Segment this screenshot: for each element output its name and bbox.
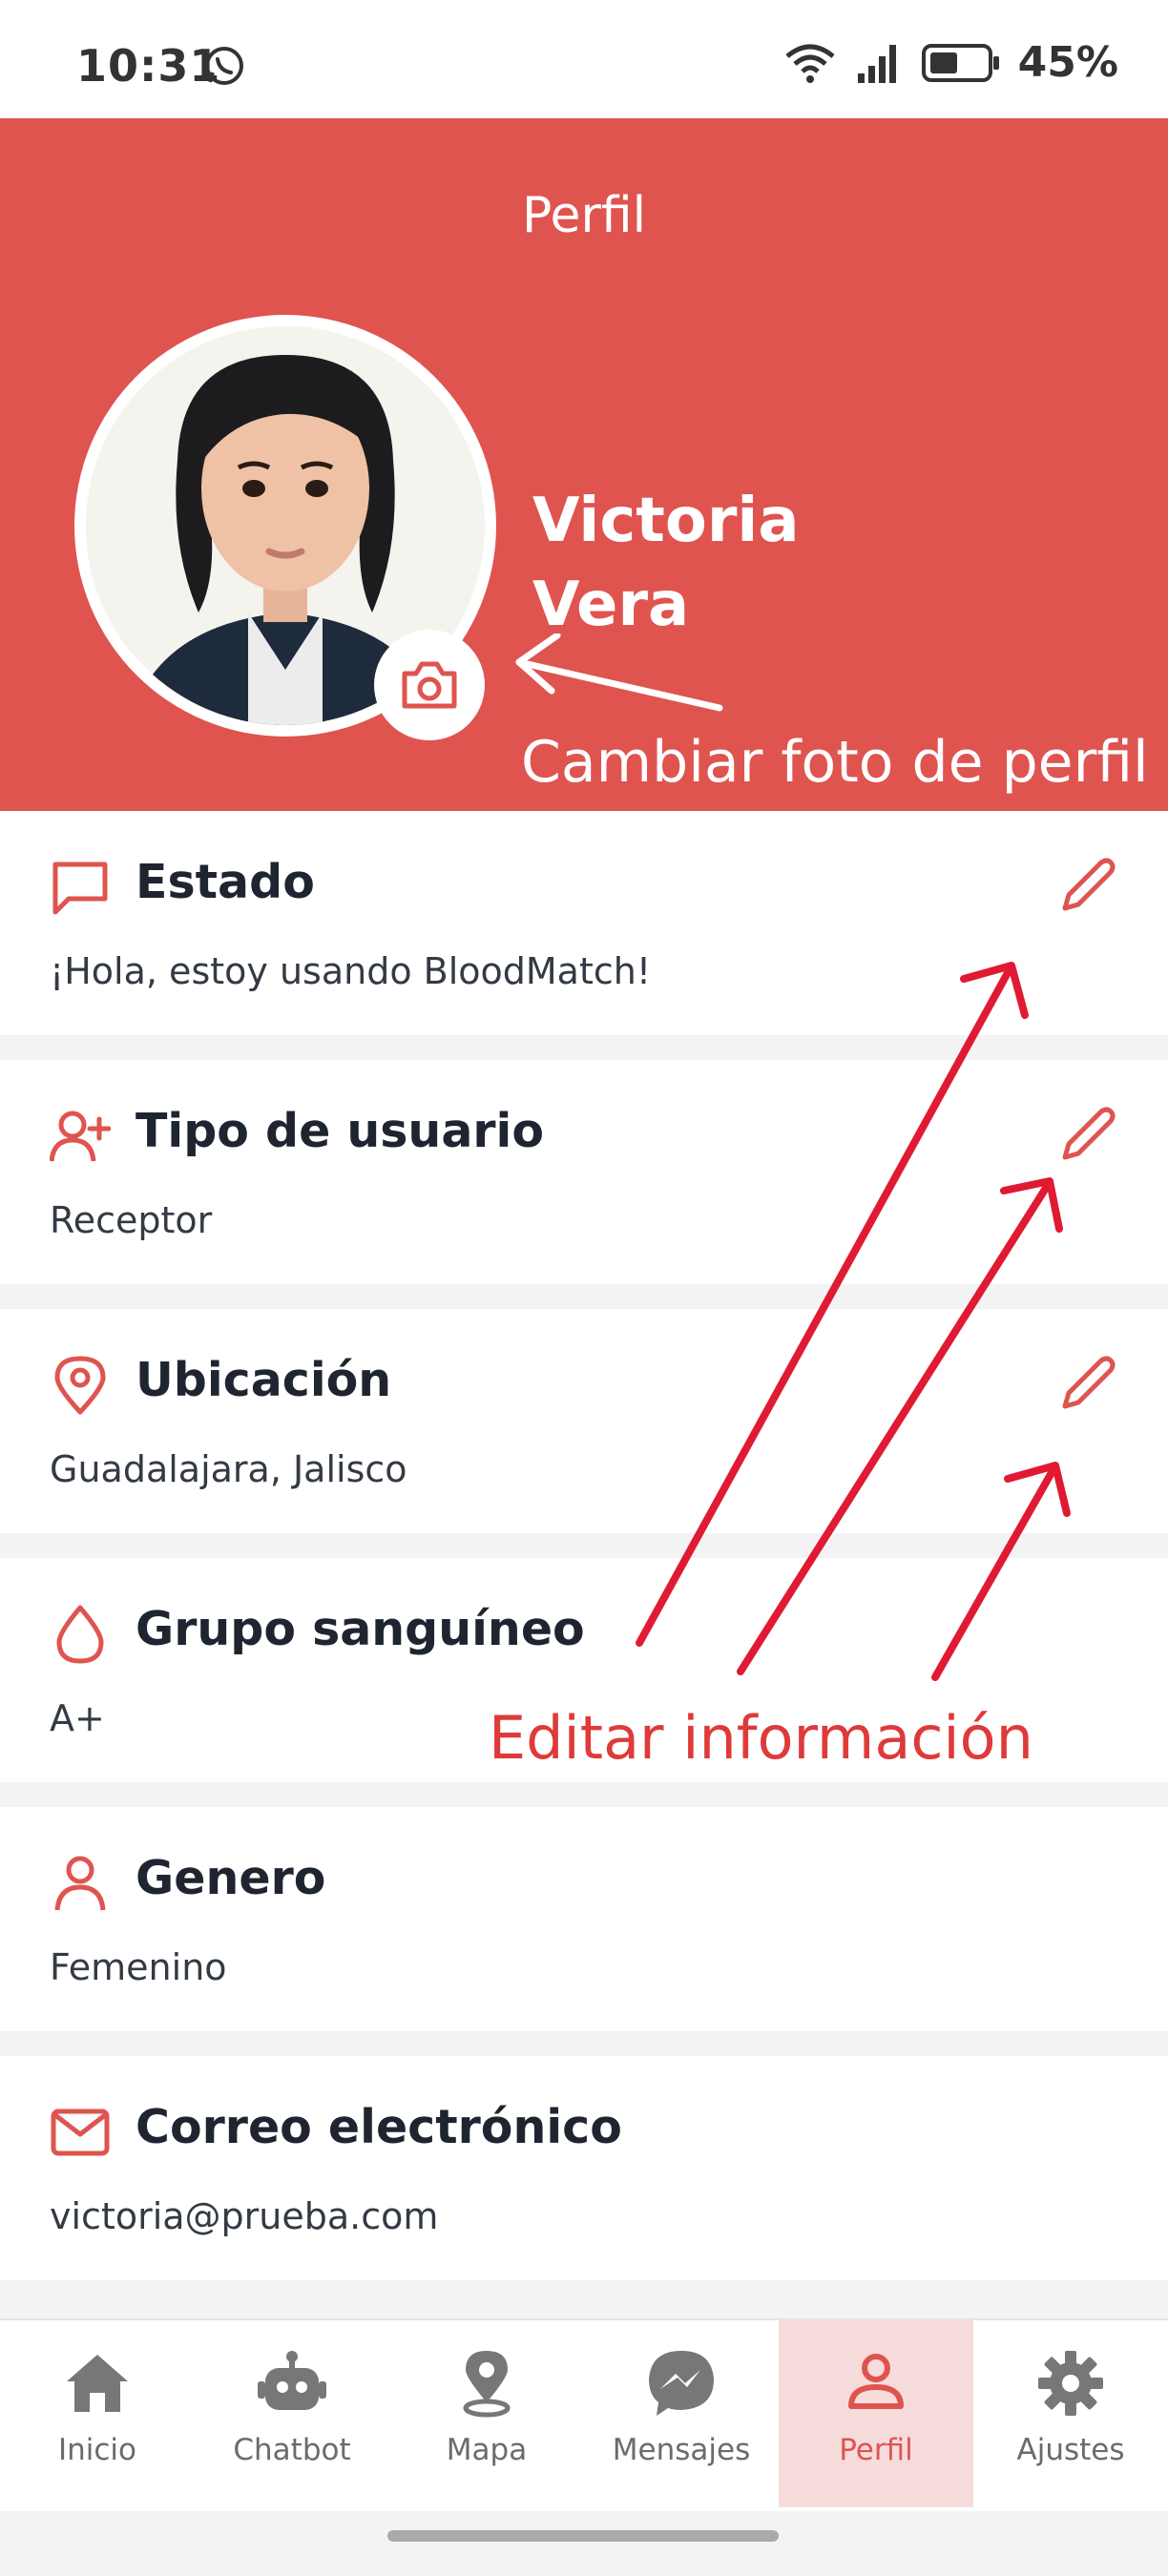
messenger-icon (649, 2351, 714, 2416)
page-title: Perfil (521, 187, 647, 244)
nav-perfil[interactable]: Perfil (779, 2320, 973, 2507)
section-estado: Estado ¡Hola, estoy usando BloodMatch! (0, 811, 1168, 1035)
profile-header: Perfil Victoria Vera Cambiar foto de per… (0, 118, 1168, 811)
user-plus-icon (50, 1111, 111, 1162)
nav-ajustes[interactable]: Ajustes (973, 2320, 1168, 2507)
section-ubicacion: Ubicación Guadalajara, Jalisco (0, 1309, 1168, 1533)
nav-label: Inicio (57, 2433, 137, 2467)
battery-percent: 45% (1017, 38, 1118, 87)
signal-icon (857, 44, 896, 83)
battery-icon (921, 43, 999, 82)
section-title: Grupo sanguíneo (136, 1602, 585, 1656)
nav-label: Perfil (839, 2433, 913, 2467)
user-first-name: Victoria (532, 486, 800, 556)
edit-tipo-usuario-button[interactable] (1057, 1104, 1118, 1165)
nav-chatbot[interactable]: Chatbot (195, 2320, 389, 2507)
nav-label: Chatbot (233, 2433, 351, 2467)
whatsapp-icon (205, 47, 243, 85)
annotation-edit-info: Editar información (489, 1703, 1033, 1773)
section-title: Tipo de usuario (136, 1104, 545, 1158)
droplet-icon (56, 1605, 104, 1664)
nav-inicio[interactable]: Inicio (0, 2320, 195, 2507)
user-name: Victoria Vera (532, 479, 800, 647)
section-title: Estado (136, 855, 315, 909)
camera-icon (402, 661, 457, 709)
robot-icon (258, 2351, 326, 2410)
mail-icon (51, 2109, 110, 2156)
section-title: Correo electrónico (136, 2100, 622, 2154)
bottom-nav: Inicio Chatbot Mapa Mensajes Perfil Ajus… (0, 2318, 1168, 2511)
section-value: Receptor (50, 1199, 213, 1241)
wifi-icon (785, 44, 835, 83)
section-title: Genero (136, 1851, 326, 1905)
annotation-change-photo: Cambiar foto de perfil (521, 729, 1149, 796)
section-genero: Genero Femenino (0, 1807, 1168, 2031)
section-value: ¡Hola, estoy usando BloodMatch! (50, 950, 652, 992)
home-indicator[interactable] (387, 2530, 779, 2542)
edit-ubicacion-button[interactable] (1057, 1353, 1118, 1414)
section-value: victoria@prueba.com (50, 2195, 439, 2237)
home-icon (67, 2355, 128, 2412)
nav-label: Mensajes (612, 2433, 751, 2467)
settings-icon (1038, 2351, 1103, 2416)
nav-mapa[interactable]: Mapa (389, 2320, 584, 2507)
section-value: A+ (50, 1697, 105, 1739)
section-value: Femenino (50, 1946, 227, 1988)
section-title: Ubicación (136, 1353, 392, 1407)
status-time: 10:31 (76, 40, 221, 92)
nav-label: Ajustes (1016, 2433, 1125, 2467)
annotation-arrow-white (515, 634, 723, 712)
user-icon (54, 1856, 106, 1911)
nav-mensajes[interactable]: Mensajes (584, 2320, 779, 2507)
message-icon (52, 862, 108, 915)
location-icon (463, 2351, 511, 2418)
section-tipo-usuario: Tipo de usuario Receptor (0, 1060, 1168, 1284)
edit-estado-button[interactable] (1057, 855, 1118, 916)
section-value: Guadalajara, Jalisco (50, 1448, 407, 1490)
map-pin-icon (54, 1356, 106, 1415)
change-photo-button[interactable] (374, 630, 485, 740)
nav-label: Mapa (446, 2433, 528, 2467)
section-correo: Correo electrónico victoria@prueba.com (0, 2056, 1168, 2280)
profile-icon (848, 2354, 904, 2409)
status-bar: 10:31 45% (0, 0, 1168, 118)
